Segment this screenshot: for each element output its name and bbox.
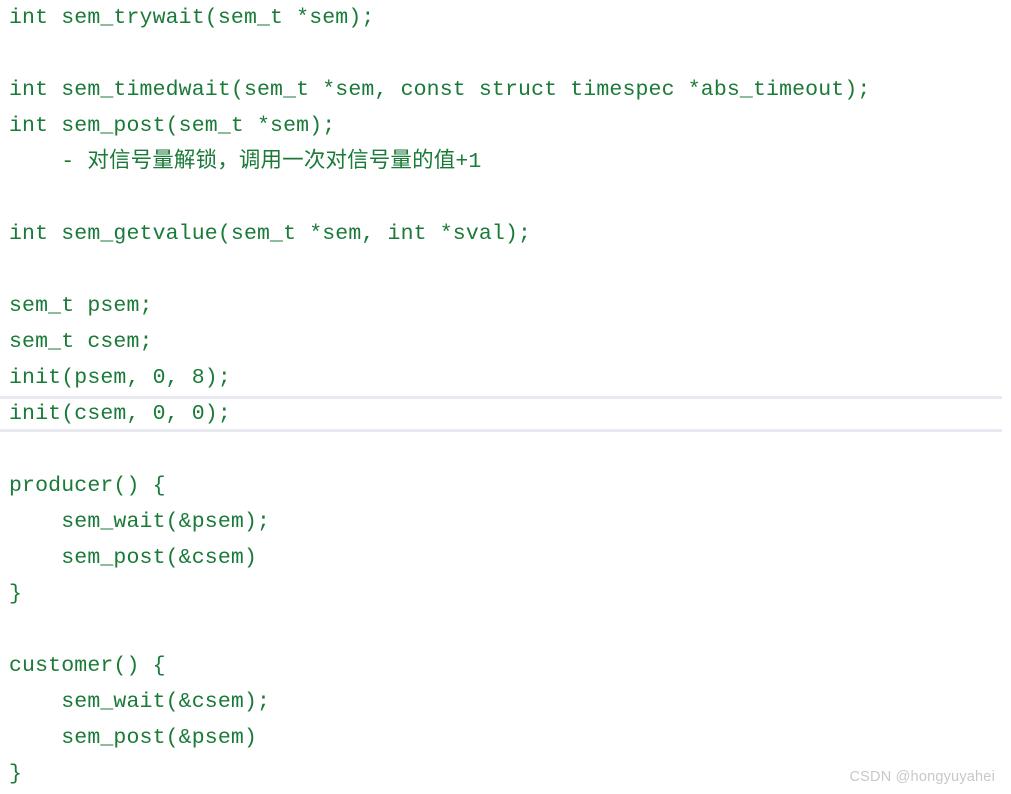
code-line[interactable]: - 对信号量解锁，调用一次对信号量的值+1 — [0, 144, 1011, 180]
code-line-blank[interactable] — [0, 432, 1011, 468]
code-line[interactable]: int sem_getvalue(sem_t *sem, int *sval); — [0, 216, 1011, 252]
csdn-watermark: CSDN @hongyuyahei — [849, 769, 995, 785]
code-line-blank[interactable] — [0, 180, 1011, 216]
code-line-blank[interactable] — [0, 612, 1011, 648]
code-line[interactable]: customer() { — [0, 648, 1011, 684]
code-line-list: int sem_trywait(sem_t *sem); int sem_time… — [0, 0, 1011, 792]
code-line[interactable]: int sem_post(sem_t *sem); — [0, 108, 1011, 144]
code-line[interactable]: int sem_timedwait(sem_t *sem, const stru… — [0, 72, 1011, 108]
code-line[interactable]: sem_wait(&csem); — [0, 684, 1011, 720]
code-line[interactable]: producer() { — [0, 468, 1011, 504]
code-document: int sem_trywait(sem_t *sem); int sem_time… — [0, 0, 1011, 794]
code-line-blank[interactable] — [0, 252, 1011, 288]
code-line[interactable]: sem_t psem; — [0, 288, 1011, 324]
code-line[interactable]: sem_post(&psem) — [0, 720, 1011, 756]
code-line[interactable]: int sem_trywait(sem_t *sem); — [0, 0, 1011, 36]
code-line[interactable]: sem_wait(&psem); — [0, 504, 1011, 540]
code-line[interactable]: } — [0, 576, 1011, 612]
code-line[interactable]: init(psem, 0, 8); — [0, 360, 1011, 396]
code-line-blank[interactable] — [0, 36, 1011, 72]
code-line[interactable]: init(csem, 0, 0); — [0, 396, 1002, 432]
code-line[interactable]: sem_post(&csem) — [0, 540, 1011, 576]
code-line[interactable]: sem_t csem; — [0, 324, 1011, 360]
